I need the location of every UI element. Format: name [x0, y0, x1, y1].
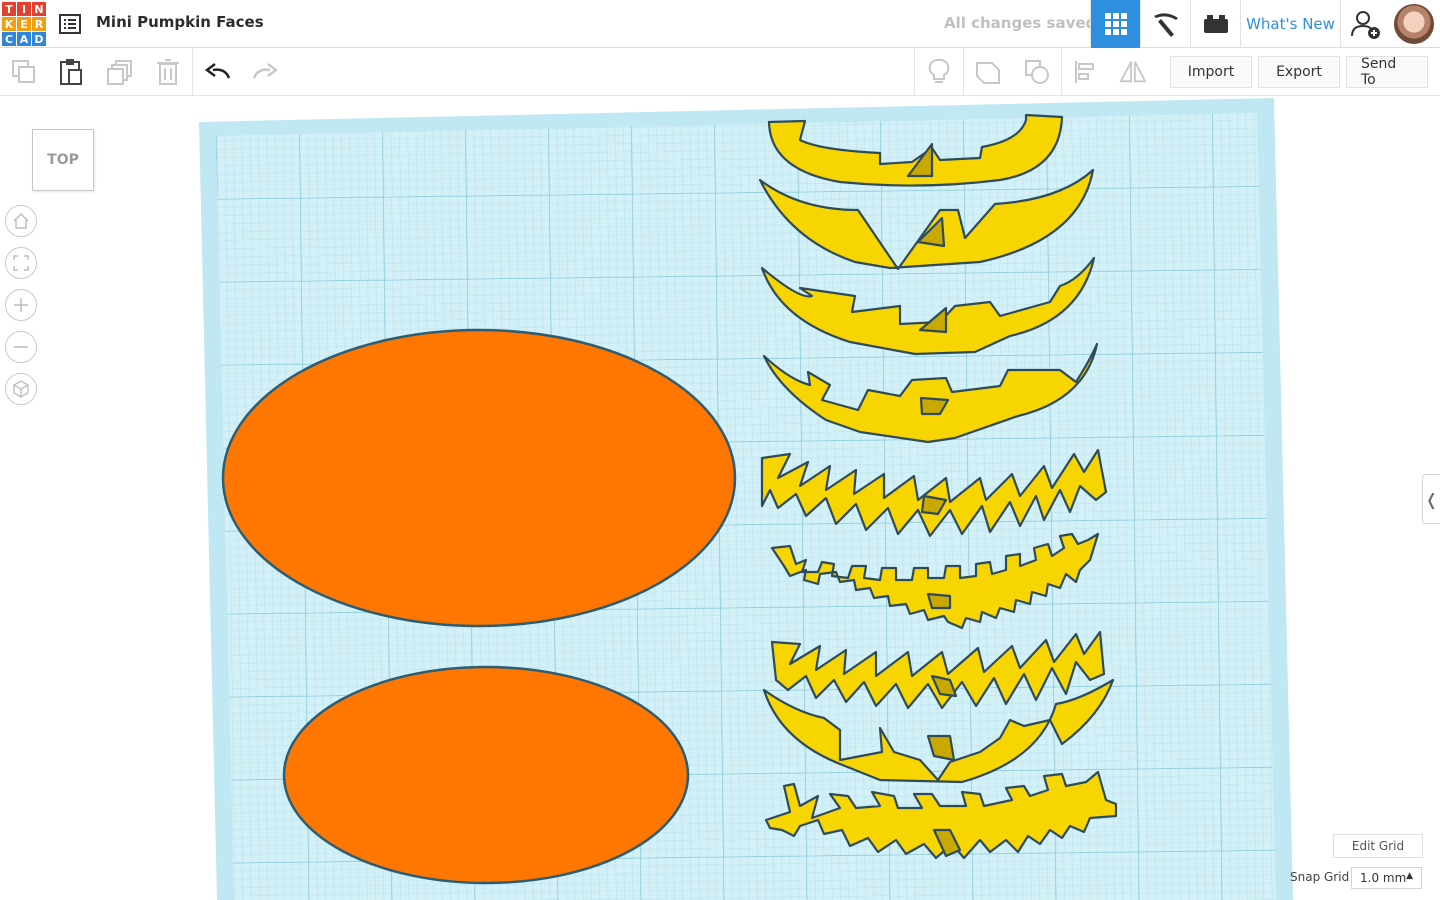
paste-button[interactable] [57, 58, 85, 86]
3d-design-view-button[interactable] [1090, 0, 1140, 48]
save-status: All changes saved [944, 14, 1097, 32]
brick-icon [1203, 15, 1228, 33]
edit-toolbar: Import Export Send To [0, 48, 1440, 96]
export-button[interactable]: Export [1258, 56, 1340, 88]
zoom-out-icon [14, 346, 28, 348]
home-icon [13, 212, 29, 229]
grid-icon [1104, 13, 1127, 35]
pumpkin-body-small[interactable] [282, 665, 690, 885]
zoom-out-button[interactable] [5, 331, 37, 363]
mirror-button[interactable] [1119, 58, 1147, 86]
notes-button[interactable] [925, 58, 953, 86]
send-to-button[interactable]: Send To [1346, 56, 1428, 88]
tinkercad-logo[interactable]: T I N K E R C A D [2, 2, 46, 46]
logo-letter: I [17, 2, 31, 16]
list-icon [59, 14, 81, 34]
top-bar: T I N K E R C A D Mini Pumpkin Faces All… [0, 0, 1440, 48]
home-view-button[interactable] [5, 205, 37, 237]
user-avatar[interactable] [1392, 2, 1436, 46]
zoom-in-button[interactable] [5, 289, 37, 321]
mirror-icon [1119, 61, 1147, 83]
chevron-left-icon: ❬ [1424, 489, 1439, 509]
view-cube[interactable]: TOP [32, 129, 94, 191]
logo-letter: D [32, 32, 46, 46]
blocks-view-button[interactable] [1140, 0, 1190, 48]
snap-grid-select[interactable]: 1.0 mm ▲ [1351, 867, 1422, 889]
shapes-panel-toggle[interactable]: ❬ [1422, 474, 1440, 524]
perspective-icon [13, 380, 29, 398]
copy-icon [12, 60, 35, 83]
import-button[interactable]: Import [1170, 56, 1252, 88]
copy-button[interactable] [10, 58, 38, 86]
delete-button[interactable] [154, 58, 182, 86]
group-button[interactable] [974, 58, 1002, 86]
invite-user-button[interactable] [1340, 0, 1390, 48]
align-icon [1075, 61, 1094, 83]
ungroup-button[interactable] [1023, 58, 1051, 86]
duplicate-button[interactable] [106, 58, 134, 86]
logo-letter: K [2, 17, 16, 31]
logo-letter: C [2, 32, 16, 46]
logo-letter: E [17, 17, 31, 31]
logo-letter: A [17, 32, 31, 46]
group-icon [976, 62, 1000, 84]
workplane-viewport[interactable]: TOP ❬ Edit Grid Snap Grid 1.0 mm ▲ [0, 97, 1440, 900]
paste-icon [60, 59, 82, 85]
redo-icon [252, 63, 278, 79]
add-user-icon [1350, 11, 1380, 39]
bricks-view-button[interactable] [1190, 0, 1240, 48]
scene-canvas[interactable] [0, 97, 1440, 900]
logo-letter: N [32, 2, 46, 16]
zoom-in-icon [14, 298, 28, 312]
snap-grid-label: Snap Grid [1290, 870, 1350, 884]
edit-grid-button[interactable]: Edit Grid [1333, 834, 1423, 858]
toolbar-divider [192, 48, 193, 96]
trash-icon [157, 59, 179, 85]
align-button[interactable] [1072, 58, 1100, 86]
logo-letter: R [32, 17, 46, 31]
pumpkin-body-large[interactable] [221, 328, 737, 628]
undo-icon [205, 63, 231, 79]
logo-letter: T [2, 2, 16, 16]
snap-grid-value: 1.0 mm [1360, 871, 1407, 885]
pickaxe-icon [1153, 13, 1178, 37]
ungroup-icon [1025, 60, 1049, 84]
whats-new-link[interactable]: What's New [1240, 0, 1340, 48]
redo-button[interactable] [251, 58, 279, 86]
toolbar-divider [963, 48, 964, 96]
toolbar-divider [914, 48, 915, 96]
toolbar-divider [1061, 48, 1062, 96]
fit-view-button[interactable] [5, 247, 37, 279]
project-title[interactable]: Mini Pumpkin Faces [96, 13, 264, 31]
undo-button[interactable] [204, 58, 232, 86]
fit-icon [13, 255, 29, 271]
design-list-button[interactable] [58, 12, 82, 36]
lightbulb-icon [928, 58, 950, 83]
perspective-button[interactable] [5, 373, 37, 405]
duplicate-icon [107, 60, 132, 85]
caret-up-icon: ▲ [1406, 871, 1413, 881]
